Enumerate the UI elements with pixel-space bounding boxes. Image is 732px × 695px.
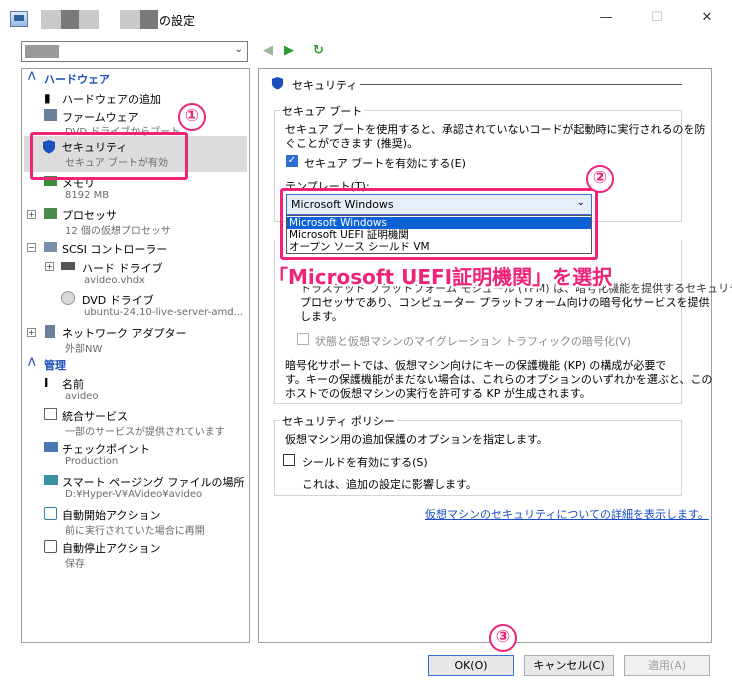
step-marker-3: ③: [489, 624, 517, 652]
collapse-icon: ⋀: [28, 357, 36, 367]
tree-item-dvd-drive[interactable]: DVD ドライブ ubuntu-24.10-live-server-amd...: [22, 290, 249, 324]
scsi-controller-icon: [44, 242, 57, 252]
add-hardware-icon: ▮: [44, 91, 51, 105]
tree-item-smart-paging[interactable]: スマート ページング ファイルの場所 D:¥Hyper-V¥AVideo¥avi…: [22, 472, 249, 504]
name-icon: I: [44, 376, 49, 390]
minimize-button[interactable]: —: [591, 4, 621, 32]
shield-icon: [271, 76, 284, 93]
apply-button[interactable]: 適用(A): [624, 655, 710, 676]
shielding-note: これは、追加の設定に影響します。: [302, 478, 477, 491]
vm-settings-icon: [10, 11, 28, 27]
tpm-desc-3: します。: [300, 310, 343, 323]
enable-shielding-checkbox[interactable]: [283, 454, 295, 466]
redacted-block: [120, 10, 140, 29]
tree-item-hard-drive[interactable]: + ハード ドライブ avideo.vhdx: [22, 258, 249, 290]
tree-item-add-hardware[interactable]: ▮ ハードウェアの追加: [22, 89, 249, 107]
security-policy-title: セキュリティ ポリシー: [280, 413, 397, 429]
network-adapter-icon: [45, 325, 55, 338]
tree-item-processor[interactable]: + プロセッサ 12 個の仮想プロセッサ: [22, 205, 249, 237]
step-marker-2: ②: [586, 165, 614, 193]
chevron-down-icon: ⌄: [234, 44, 243, 55]
hard-drive-icon: [61, 262, 75, 270]
firmware-icon: [44, 109, 57, 121]
enable-secure-boot-label: セキュア ブートを有効にする(E): [304, 157, 466, 170]
auto-stop-icon: [44, 540, 57, 553]
section-management[interactable]: ⋀ 管理: [23, 356, 248, 372]
ok-button[interactable]: OK(O): [428, 655, 514, 676]
security-policy-desc: 仮想マシン用の追加保護のオプションを指定します。: [285, 433, 548, 446]
tree-item-checkpoint[interactable]: チェックポイント Production: [22, 439, 249, 471]
maximize-button[interactable]: ☐: [642, 4, 672, 32]
vm-select[interactable]: ⌄: [21, 41, 248, 62]
encrypt-migration-checkbox[interactable]: [297, 333, 309, 345]
encrypt-migration-label: 状態と仮想マシンのマイグレーション トラフィックの暗号化(V): [315, 335, 631, 348]
tree-item-firmware[interactable]: ファームウェア DVD ドライブからブート: [22, 107, 249, 138]
redacted-block: [25, 45, 59, 58]
redacted-block: [140, 10, 158, 29]
enable-secure-boot-checkbox[interactable]: ✓: [286, 155, 298, 167]
encryption-note-3: ホストでの仮想マシンの実行を許可する KP が生成されます。: [285, 387, 591, 400]
paging-file-icon: [44, 475, 58, 485]
auto-start-icon: [44, 507, 57, 520]
tree-item-name[interactable]: I 名前 avideo: [22, 374, 249, 406]
annotation-box-template: [280, 188, 598, 260]
panel-title: セキュリティ: [292, 79, 358, 92]
secure-boot-title: セキュア ブート: [280, 103, 365, 119]
collapse-icon: ⋀: [28, 71, 36, 81]
annotation-box-security: [30, 132, 188, 180]
processor-icon: [44, 208, 57, 219]
cancel-button[interactable]: キャンセル(C): [524, 655, 614, 676]
tpm-desc-2: プロセッサであり、コンピューター プラットフォーム向けの暗号化サービスを提供: [300, 296, 710, 309]
checkpoint-icon: [44, 442, 58, 452]
section-hardware[interactable]: ⋀ ハードウェア: [23, 70, 248, 86]
refresh-icon[interactable]: ↻: [313, 43, 324, 58]
secure-boot-desc-2: ぐことができます (推奨)。: [285, 137, 419, 150]
dvd-icon: [61, 291, 75, 305]
collapse-node-icon[interactable]: −: [27, 243, 36, 252]
tree-item-integration-services[interactable]: 統合サービス 一部のサービスが提供されています: [22, 406, 249, 438]
panel-title-divider: [360, 84, 682, 85]
security-details-link[interactable]: 仮想マシンのセキュリティについての詳細を表示します。: [425, 506, 709, 522]
tree-item-auto-start[interactable]: 自動開始アクション 前に実行されていた場合に再開: [22, 505, 249, 537]
tree-item-auto-stop[interactable]: 自動停止アクション 保存: [22, 538, 249, 570]
back-icon[interactable]: ◀: [263, 43, 273, 58]
step-marker-1: ①: [178, 103, 206, 131]
title-bar: の設定 — ☐ ✕: [0, 0, 732, 38]
expand-icon[interactable]: +: [45, 262, 54, 271]
tree-item-scsi-controller[interactable]: − SCSI コントローラー: [22, 239, 249, 257]
forward-icon[interactable]: ▶: [284, 43, 294, 58]
tree-item-network-adapter[interactable]: + ネットワーク アダプター 外部NW: [22, 323, 249, 355]
window-title: の設定: [159, 14, 196, 28]
close-button[interactable]: ✕: [692, 4, 722, 32]
redacted-block: [61, 10, 79, 29]
redacted-block: [79, 10, 99, 29]
expand-icon[interactable]: +: [27, 328, 36, 337]
integration-icon: [44, 408, 57, 420]
instruction-callout: 「Microsoft UEFI証明機関」を選択: [268, 265, 613, 289]
enable-shielding-label: シールドを有効にする(S): [302, 456, 428, 469]
expand-icon[interactable]: +: [27, 210, 36, 219]
redacted-block: [41, 10, 61, 29]
